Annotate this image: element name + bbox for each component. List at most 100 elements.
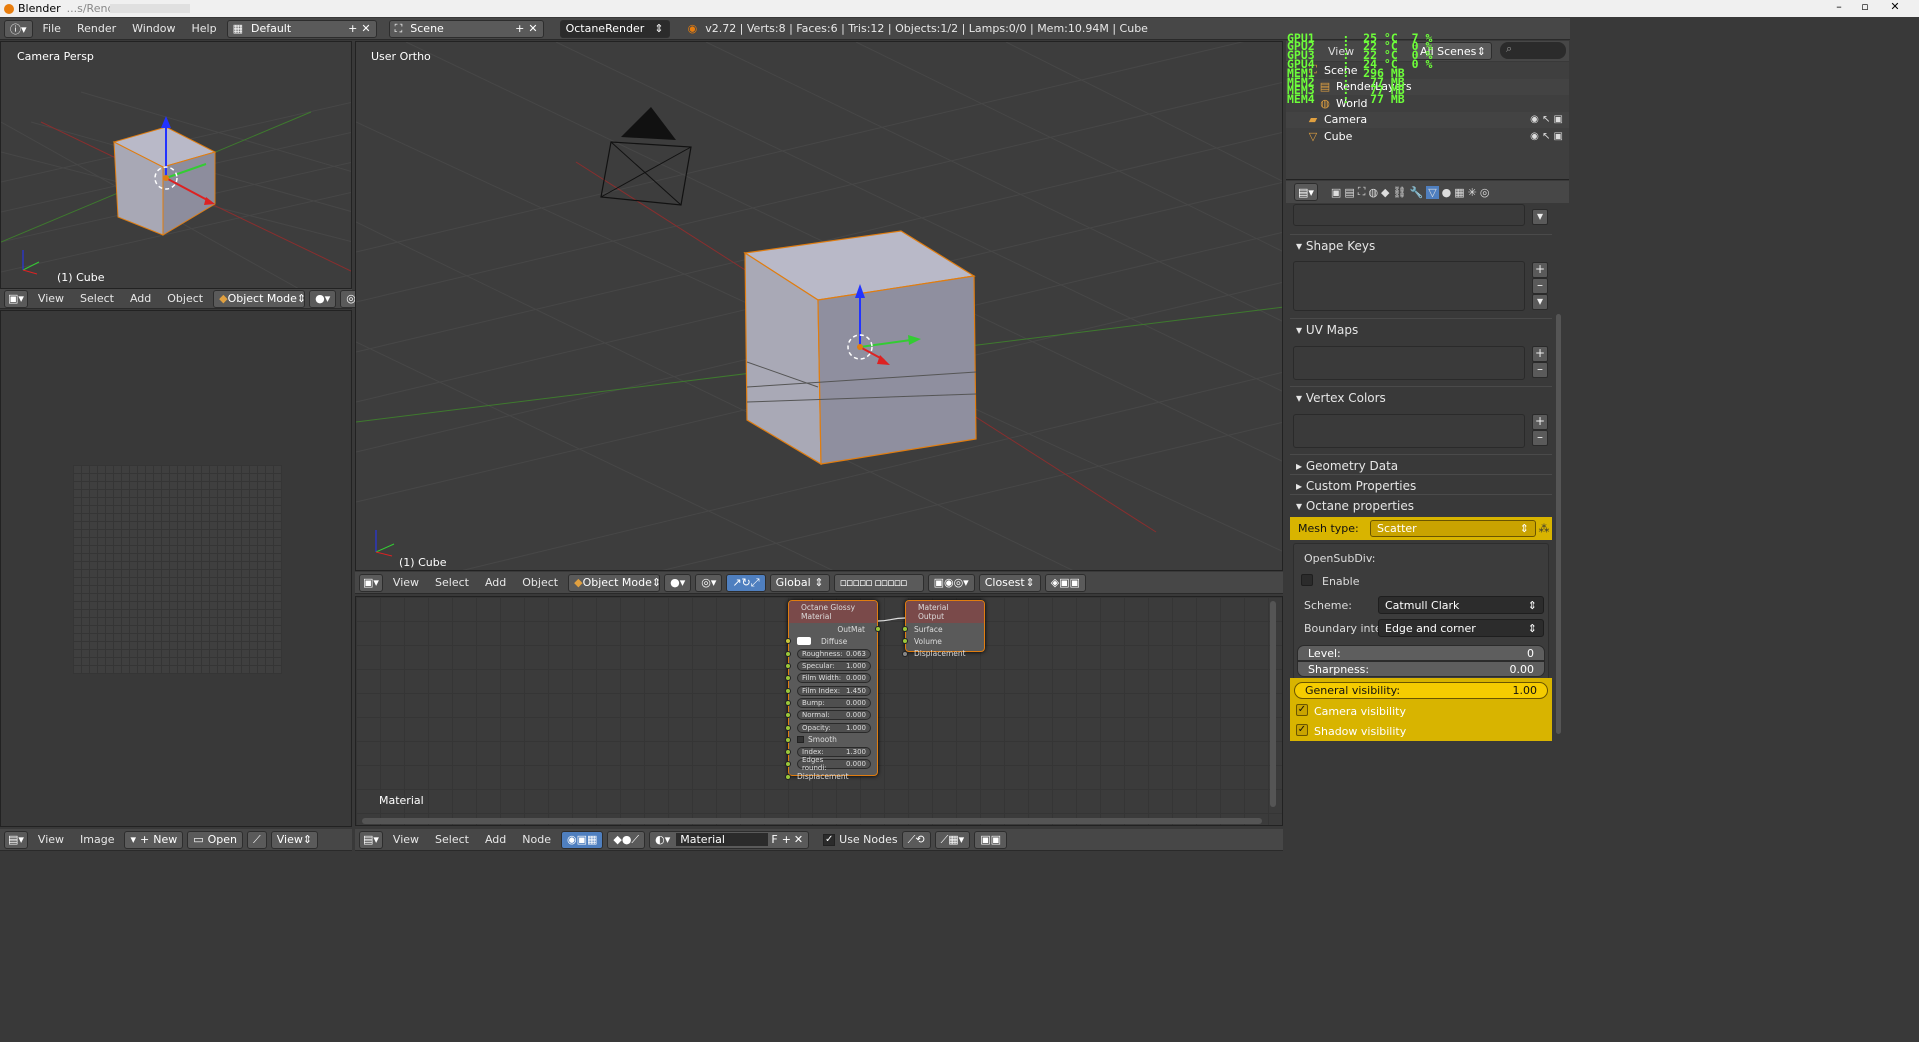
shader-type-buttons[interactable]: ◆●⟋ bbox=[607, 830, 646, 849]
scheme-dropdown[interactable]: Catmull Clark ⇕ bbox=[1378, 596, 1544, 614]
data-tab-icon[interactable]: ▽ bbox=[1426, 185, 1439, 199]
main-menu-view[interactable]: View bbox=[387, 576, 425, 589]
modifiers-tab-icon[interactable]: 🔧 bbox=[1409, 186, 1423, 199]
mesh-type-dropdown[interactable]: Scatter ⇕ bbox=[1370, 520, 1536, 537]
material-selector[interactable]: ◐▾ Material F + ✕ bbox=[649, 830, 810, 849]
node-editor-type-button[interactable]: ▤▾ bbox=[359, 830, 383, 849]
custom-properties-header[interactable]: ▸ Custom Properties bbox=[1290, 474, 1552, 496]
shape-keys-header[interactable]: ▾ Shape Keys bbox=[1290, 234, 1552, 256]
outliner-item[interactable]: ▰ Camera ◉ ↖ ▣ bbox=[1286, 111, 1569, 128]
level-field[interactable]: Level: 0 bbox=[1297, 645, 1545, 661]
main-pivot-button[interactable]: ◎▾ bbox=[695, 573, 723, 592]
menu-window[interactable]: Window bbox=[126, 22, 181, 35]
node-menu-add[interactable]: Add bbox=[479, 833, 512, 846]
small-menu-object[interactable]: Object bbox=[161, 292, 209, 305]
node-menu-view[interactable]: View bbox=[387, 833, 425, 846]
menu-help[interactable]: Help bbox=[186, 22, 223, 35]
vertex-colors-header[interactable]: ▾ Vertex Colors bbox=[1290, 386, 1552, 408]
add-shape-key-button[interactable]: + bbox=[1532, 262, 1548, 278]
image-pin-button[interactable]: ⟋ bbox=[247, 830, 267, 849]
add-material-icon[interactable]: + bbox=[782, 833, 791, 846]
render-preview-buttons[interactable]: ◈▣▣ bbox=[1044, 573, 1086, 592]
boundary-dropdown[interactable]: Edge and corner ⇕ bbox=[1378, 619, 1544, 637]
uv-maps-header[interactable]: ▾ UV Maps bbox=[1290, 318, 1552, 340]
particles-tab-icon[interactable]: ✳ bbox=[1468, 186, 1477, 199]
render-layers-tab-icon[interactable]: ▤ bbox=[1344, 186, 1354, 199]
image-menu-view[interactable]: View bbox=[32, 833, 70, 846]
main-viewport[interactable]: User Ortho (1) Cube bbox=[355, 41, 1283, 571]
visibility-eye-icon[interactable]: ◉ ↖ ▣ bbox=[1530, 114, 1563, 125]
properties-panel[interactable]: ▾ ▾ Shape Keys + – ▾ ▾ UV Maps + – ▾ Ver… bbox=[1286, 204, 1569, 1042]
main-shading-button[interactable]: ●▾ bbox=[664, 573, 692, 592]
geometry-data-header[interactable]: ▸ Geometry Data bbox=[1290, 454, 1552, 476]
image-open-button[interactable]: ▭ Open bbox=[187, 830, 244, 849]
node-tree-type-buttons[interactable]: ◉▣▦ bbox=[560, 830, 604, 849]
remove-vertex-color-button[interactable]: – bbox=[1532, 430, 1548, 446]
mesh-type-link-icon[interactable]: ⁂ bbox=[1536, 522, 1552, 535]
remove-material-icon[interactable]: ✕ bbox=[794, 833, 803, 846]
close-button[interactable]: ✕ bbox=[1883, 0, 1907, 13]
shape-keys-list[interactable] bbox=[1293, 261, 1525, 311]
menu-file[interactable]: File bbox=[37, 22, 67, 35]
main-menu-select[interactable]: Select bbox=[429, 576, 475, 589]
small-mode-dropdown[interactable]: ◆ Object Mode ⇕ bbox=[213, 289, 306, 308]
editor-type-button[interactable]: ⓘ▾ bbox=[4, 19, 33, 38]
outliner-item[interactable]: ▽ Cube ◉ ↖ ▣ bbox=[1286, 128, 1569, 145]
image-view-dropdown[interactable]: View ⇕ bbox=[270, 830, 319, 849]
small-menu-add[interactable]: Add bbox=[124, 292, 157, 305]
use-nodes-checkbox[interactable]: ✓ bbox=[823, 833, 836, 846]
shadow-visibility-checkbox[interactable]: ✓ bbox=[1296, 724, 1308, 736]
node-snap-buttons[interactable]: ⟋▦▾ bbox=[934, 830, 971, 849]
remove-scene-icon[interactable]: ✕ bbox=[528, 22, 537, 35]
layers-grid[interactable]: ▫▫▫▫▫ ▫▫▫▫▫ bbox=[833, 573, 924, 592]
manipulator-buttons[interactable]: ↗↻⤢ bbox=[726, 573, 766, 592]
general-visibility-field[interactable]: General visibility: 1.00 bbox=[1294, 682, 1548, 699]
shape-key-menu-button[interactable]: ▾ bbox=[1532, 294, 1548, 310]
maximize-button[interactable]: ▫ bbox=[1855, 0, 1875, 13]
sharpness-field[interactable]: Sharpness: 0.00 bbox=[1297, 661, 1545, 677]
world-tab-icon[interactable]: ◍ bbox=[1368, 186, 1378, 199]
remove-layout-icon[interactable]: ✕ bbox=[361, 22, 370, 35]
render-engine-dropdown[interactable]: OctaneRender ⇕ bbox=[559, 19, 670, 38]
vertex-groups-list[interactable] bbox=[1293, 204, 1525, 226]
visibility-eye-icon[interactable]: ◉ ↖ ▣ bbox=[1530, 131, 1563, 142]
vertex-colors-list[interactable] bbox=[1293, 414, 1525, 448]
remove-uv-map-button[interactable]: – bbox=[1532, 362, 1548, 378]
main-mode-dropdown[interactable]: ◆ Object Mode ⇕ bbox=[568, 573, 661, 592]
physics-tab-icon[interactable]: ◎ bbox=[1480, 186, 1490, 199]
node-pin-buttons[interactable]: ⟋⟲ bbox=[901, 830, 931, 849]
small-menu-select[interactable]: Select bbox=[74, 292, 120, 305]
properties-scrollbar[interactable] bbox=[1556, 314, 1561, 734]
small-menu-view[interactable]: View bbox=[32, 292, 70, 305]
main-menu-add[interactable]: Add bbox=[479, 576, 512, 589]
list-menu-button[interactable]: ▾ bbox=[1532, 209, 1548, 225]
scene-tab-icon[interactable]: ⛶ bbox=[1358, 185, 1366, 199]
scene-selector[interactable]: ⛶ Scene + ✕ bbox=[388, 19, 544, 38]
minimize-button[interactable]: – bbox=[1829, 0, 1849, 13]
snap-target-dropdown[interactable]: Closest ⇕ bbox=[978, 573, 1041, 592]
image-editor[interactable] bbox=[0, 310, 352, 827]
orientation-dropdown[interactable]: Global ⇕ bbox=[769, 573, 830, 592]
add-scene-icon[interactable]: + bbox=[515, 22, 524, 35]
material-tab-icon[interactable]: ● bbox=[1442, 186, 1452, 199]
node-editor[interactable]: Material Octane Glossy Material OutMat D… bbox=[355, 596, 1283, 826]
camera-visibility-checkbox[interactable]: ✓ bbox=[1296, 704, 1308, 716]
image-menu-image[interactable]: Image bbox=[74, 833, 120, 846]
image-new-button[interactable]: ▾ + New bbox=[124, 830, 184, 849]
add-layout-icon[interactable]: + bbox=[348, 22, 357, 35]
texture-tab-icon[interactable]: ▦ bbox=[1454, 186, 1464, 199]
add-vertex-color-button[interactable]: + bbox=[1532, 414, 1548, 430]
small-editor-type-button[interactable]: ▣▾ bbox=[4, 289, 28, 308]
node-render-buttons[interactable]: ▣▣ bbox=[974, 830, 1007, 849]
image-editor-type-button[interactable]: ▤▾ bbox=[4, 830, 28, 849]
properties-editor-type-button[interactable]: ▤▾ bbox=[1294, 183, 1318, 201]
fake-user-button[interactable]: F bbox=[771, 833, 777, 846]
main-menu-object[interactable]: Object bbox=[516, 576, 564, 589]
layout-selector[interactable]: ▦ Default + ✕ bbox=[226, 19, 377, 38]
octane-properties-header[interactable]: ▾ Octane properties bbox=[1290, 494, 1552, 516]
node-menu-select[interactable]: Select bbox=[429, 833, 475, 846]
snap-buttons[interactable]: ▣◉◎▾ bbox=[927, 573, 975, 592]
enable-checkbox[interactable] bbox=[1301, 574, 1313, 586]
object-tab-icon[interactable]: ◆ bbox=[1381, 186, 1389, 199]
menu-render[interactable]: Render bbox=[71, 22, 122, 35]
